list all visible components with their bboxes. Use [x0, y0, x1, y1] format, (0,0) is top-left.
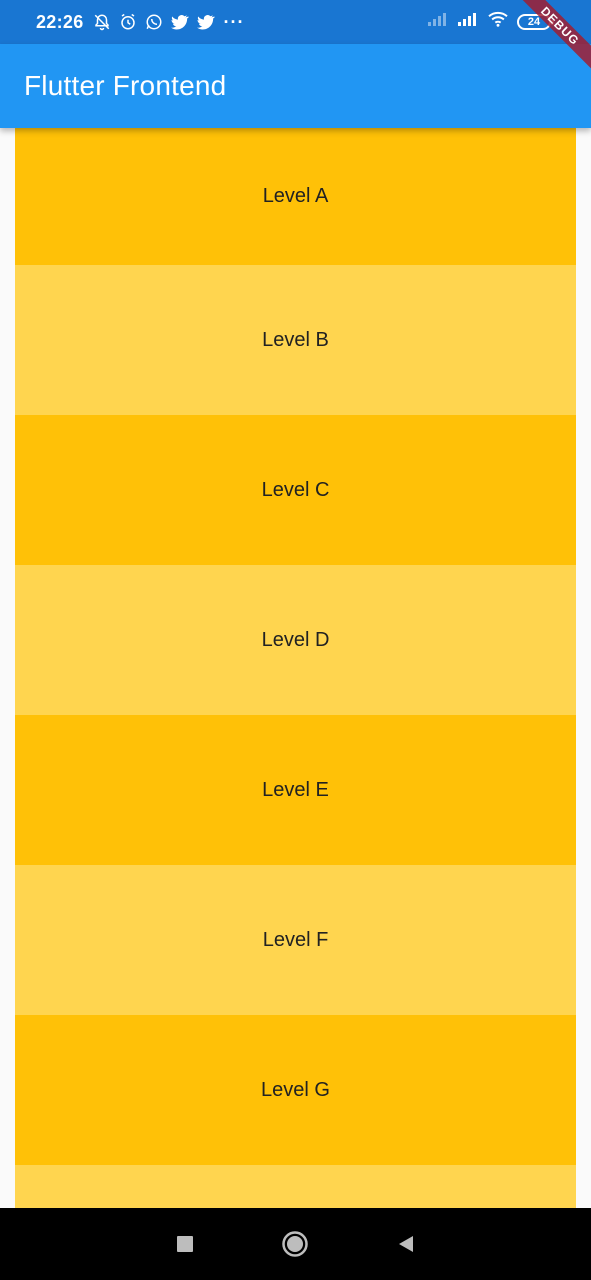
- level-item-d[interactable]: Level D: [15, 565, 576, 715]
- level-item-a[interactable]: Level A: [15, 128, 576, 265]
- level-item-e[interactable]: Level E: [15, 715, 576, 865]
- twitter-icon: [196, 12, 216, 32]
- level-label: Level E: [262, 778, 329, 801]
- level-list[interactable]: Level A Level B Level C Level D Level E …: [15, 128, 576, 1208]
- whatsapp-icon: [144, 12, 164, 32]
- level-item-h[interactable]: [15, 1165, 576, 1208]
- level-item-f[interactable]: Level F: [15, 865, 576, 1015]
- back-button[interactable]: [386, 1224, 426, 1264]
- level-label: Level B: [262, 328, 329, 351]
- level-label: Level G: [261, 1078, 330, 1101]
- signal-empty-icon: [427, 11, 449, 32]
- level-label: Level D: [261, 628, 330, 651]
- square-icon: [177, 1236, 194, 1252]
- more-notifications-icon: ···: [223, 12, 245, 32]
- notification-icons: ···: [92, 12, 245, 32]
- navigation-bar: [0, 1208, 591, 1280]
- signal-icon: [457, 11, 479, 32]
- level-label: Level F: [262, 928, 329, 951]
- triangle-back-icon: [398, 1236, 413, 1252]
- debug-banner-label: DEBUG: [508, 0, 591, 78]
- home-button[interactable]: [275, 1224, 315, 1264]
- notifications-off-icon: [92, 12, 112, 32]
- level-item-g[interactable]: Level G: [15, 1015, 576, 1165]
- status-time: 22:26: [36, 11, 84, 32]
- level-label: Level C: [261, 478, 330, 501]
- alarm-icon: [118, 12, 138, 32]
- level-item-c[interactable]: Level C: [15, 415, 576, 565]
- level-label: Level A: [262, 185, 329, 207]
- recent-apps-button[interactable]: [165, 1224, 205, 1264]
- level-item-b[interactable]: Level B: [15, 265, 576, 415]
- circle-icon: [282, 1231, 309, 1257]
- twitter-icon: [170, 12, 190, 32]
- debug-banner: DEBUG: [501, 0, 591, 90]
- page-title: Flutter Frontend: [24, 70, 227, 101]
